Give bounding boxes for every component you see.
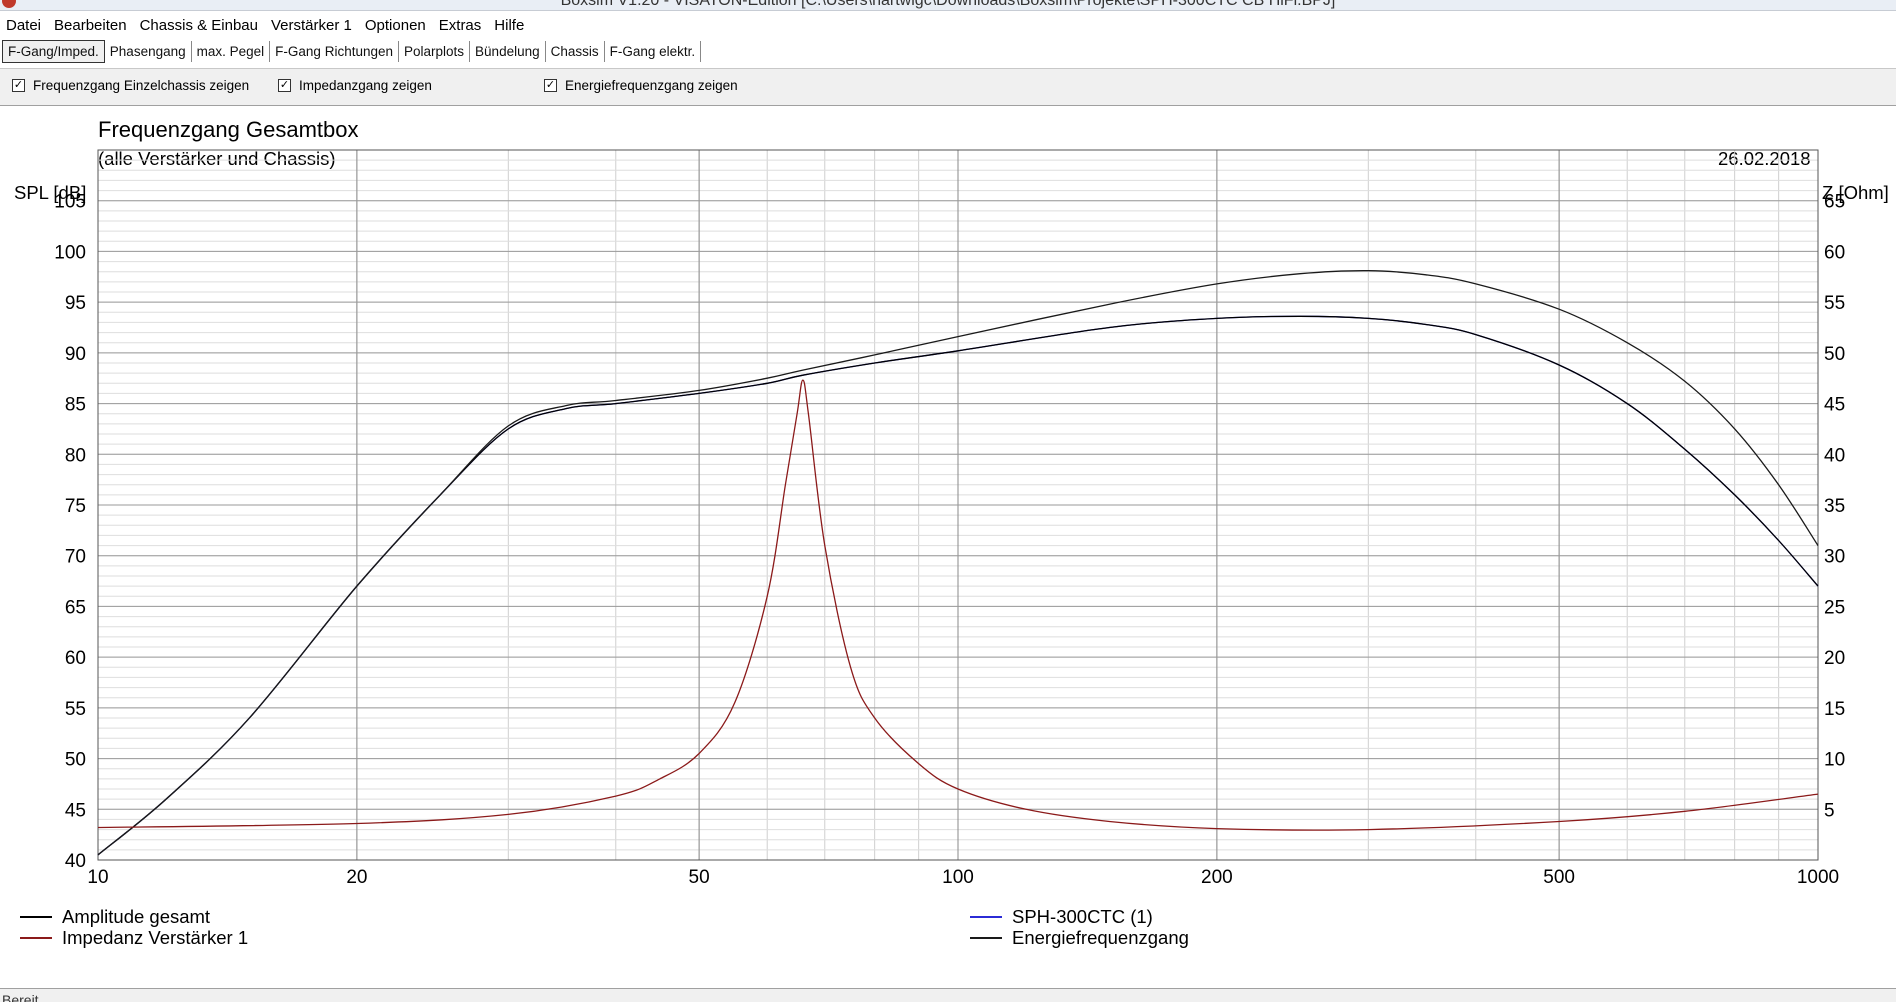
legend-label: Amplitude gesamt — [62, 906, 211, 927]
y2-tick-label: 10 — [1824, 750, 1845, 771]
y2-tick-label: 50 — [1824, 344, 1845, 365]
y-tick-label: 95 — [65, 293, 86, 314]
y-tick-label: 80 — [65, 445, 86, 466]
y-tick-label: 65 — [65, 597, 86, 618]
menu-datei[interactable]: Datei — [0, 17, 48, 34]
y2-tick-label: 65 — [1824, 192, 1845, 213]
x-tick-label: 100 — [942, 867, 974, 888]
y-tick-label: 85 — [65, 395, 86, 416]
y-tick-label: 45 — [65, 800, 86, 821]
legend-label: Impedanz Verstärker 1 — [62, 927, 249, 948]
menu-bearbeiten[interactable]: Bearbeiten — [48, 17, 134, 34]
option-einzelchassis-label: Frequenzgang Einzelchassis zeigen — [33, 78, 250, 93]
checkbox-energiefrequenzgang[interactable]: ✓ — [544, 79, 557, 92]
menu-extras[interactable]: Extras — [433, 17, 489, 34]
option-impedanzgang[interactable]: ✓ Impedanzgang zeigen — [278, 78, 432, 93]
options-bar: ✓ Frequenzgang Einzelchassis zeigen ✓ Im… — [0, 68, 1896, 106]
y2-tick-label: 5 — [1824, 800, 1835, 821]
legend-label: Energiefrequenzgang — [1012, 927, 1189, 948]
y2-tick-label: 30 — [1824, 547, 1845, 568]
y2-tick-label: 20 — [1824, 648, 1845, 669]
option-impedanzgang-label: Impedanzgang zeigen — [299, 78, 432, 93]
legend-amplitude-gesamt: Amplitude gesamt — [20, 906, 210, 928]
y-tick-label: 75 — [65, 496, 86, 517]
tab-buendelung[interactable]: Bündelung — [470, 40, 546, 62]
option-einzelchassis[interactable]: ✓ Frequenzgang Einzelchassis zeigen — [12, 78, 249, 93]
option-energiefrequenzgang-label: Energiefrequenzgang zeigen — [565, 78, 738, 93]
x-tick-label: 500 — [1543, 867, 1575, 888]
tab-fgang-richtungen[interactable]: F-Gang Richtungen — [270, 40, 399, 62]
legend-swatch — [970, 916, 1002, 918]
legend-swatch — [20, 916, 52, 918]
option-energiefrequenzgang[interactable]: ✓ Energiefrequenzgang zeigen — [544, 78, 738, 93]
legend-swatch — [20, 937, 52, 939]
tab-polarplots[interactable]: Polarplots — [399, 40, 471, 62]
y-tick-label: 40 — [65, 851, 86, 872]
y-tick-label: 60 — [65, 648, 86, 669]
menu-bar: Datei Bearbeiten Chassis & Einbau Verstä… — [0, 13, 1896, 37]
menu-chassis-einbau[interactable]: Chassis & Einbau — [134, 17, 265, 34]
tab-max-pegel[interactable]: max. Pegel — [192, 40, 271, 62]
menu-verstaerker-1[interactable]: Verstärker 1 — [265, 17, 359, 34]
legend-sph300ctc: SPH-300CTC (1) — [970, 906, 1153, 928]
legend-impedanz: Impedanz Verstärker 1 — [20, 927, 248, 949]
y-tick-label: 55 — [65, 699, 86, 720]
y2-tick-label: 15 — [1824, 699, 1845, 720]
checkbox-einzelchassis[interactable]: ✓ — [12, 79, 25, 92]
checkbox-impedanzgang[interactable]: ✓ — [278, 79, 291, 92]
y-tick-label: 100 — [54, 242, 86, 263]
x-tick-label: 200 — [1201, 867, 1233, 888]
tab-fgang-imped[interactable]: F-Gang/Imped. — [2, 39, 105, 63]
title-bar: Boxsim V1.20 - VISATON-Edition [C:\Users… — [0, 0, 1896, 11]
menu-hilfe[interactable]: Hilfe — [488, 17, 531, 34]
frequency-response-plot: 4045505560657075808590951001055101520253… — [54, 149, 1845, 888]
x-tick-label: 1000 — [1797, 867, 1839, 888]
y-tick-label: 90 — [65, 344, 86, 365]
status-bar: Bereit — [0, 988, 1896, 1002]
tab-chassis[interactable]: Chassis — [546, 40, 605, 62]
y-tick-label: 70 — [65, 547, 86, 568]
legend-label: SPH-300CTC (1) — [1012, 906, 1153, 927]
tab-bar: F-Gang/Imped. Phasengang max. Pegel F-Ga… — [0, 39, 1896, 63]
x-tick-label: 50 — [689, 867, 710, 888]
plot-panel: Frequenzgang Gesamtbox (alle Verstärker … — [0, 105, 1896, 988]
y-tick-label: 105 — [54, 192, 86, 213]
y2-tick-label: 25 — [1824, 597, 1845, 618]
tab-fgang-elektr[interactable]: F-Gang elektr. — [605, 40, 702, 62]
y2-tick-label: 35 — [1824, 496, 1845, 517]
y-tick-label: 50 — [65, 750, 86, 771]
menu-optionen[interactable]: Optionen — [359, 17, 433, 34]
x-tick-label: 20 — [346, 867, 367, 888]
legend-swatch — [970, 937, 1002, 939]
y2-tick-label: 40 — [1824, 445, 1845, 466]
legend-energiefrequenzgang: Energiefrequenzgang — [970, 927, 1189, 949]
y2-tick-label: 60 — [1824, 242, 1845, 263]
y2-tick-label: 55 — [1824, 293, 1845, 314]
y2-tick-label: 45 — [1824, 395, 1845, 416]
window-title: Boxsim V1.20 - VISATON-Edition [C:\Users… — [560, 0, 1336, 9]
tab-phasengang[interactable]: Phasengang — [105, 40, 192, 62]
x-tick-label: 10 — [87, 867, 108, 888]
